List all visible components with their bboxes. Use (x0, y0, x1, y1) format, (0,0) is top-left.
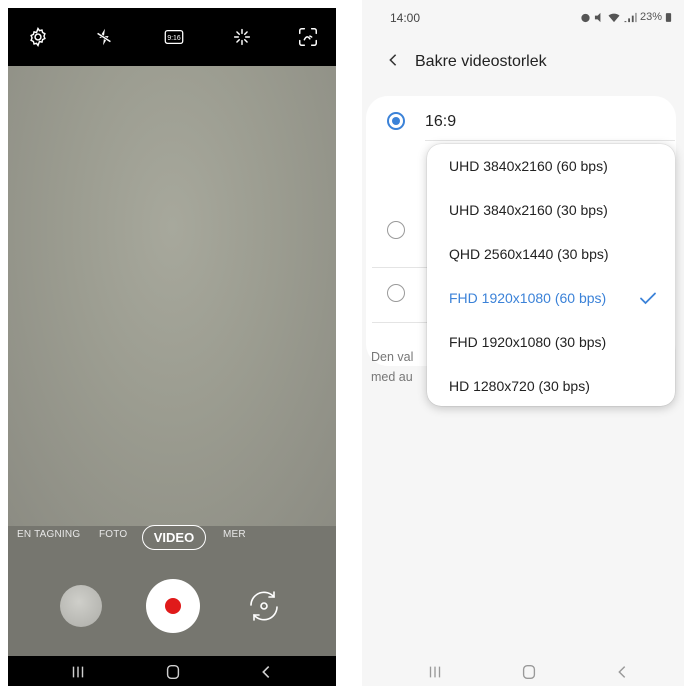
radio-option-3[interactable] (387, 284, 405, 302)
camera-nav-bar (8, 656, 336, 686)
recent-apps-icon[interactable] (63, 662, 93, 682)
record-button[interactable] (146, 579, 200, 633)
ratio-16-9-label: 16:9 (425, 113, 457, 130)
camera-mode-bar: EN TAGNING FOTO VIDEO MER (8, 523, 336, 551)
option-divider (425, 140, 675, 141)
camera-top-bar: 9:16 (8, 8, 336, 66)
alarm-icon (581, 13, 590, 22)
flash-off-icon[interactable] (88, 22, 120, 52)
home-icon[interactable] (158, 662, 188, 682)
recent-apps-icon[interactable] (420, 662, 450, 682)
gallery-thumbnail[interactable] (60, 585, 102, 627)
effects-icon[interactable] (226, 22, 258, 52)
video-size-settings-screen: 14:00 23% Bakre videostorlek 16:9 Den va… (362, 0, 684, 686)
mute-icon (594, 12, 601, 22)
back-arrow-icon[interactable] (382, 48, 404, 72)
page-title: Bakre videostorlek (415, 53, 547, 70)
scene-optimizer-icon[interactable] (292, 22, 324, 52)
home-icon[interactable] (514, 662, 544, 682)
resolution-option-uhd-60[interactable]: UHD 3840x2160 (60 bps) (427, 144, 675, 188)
switch-camera-icon[interactable] (243, 585, 285, 627)
settings-nav-bar (362, 656, 684, 686)
radio-option-2[interactable] (387, 221, 405, 239)
mode-more[interactable]: MER (223, 529, 246, 540)
camera-screen: 9:16 EN TAGNING FOTO VIDEO MER (8, 8, 336, 686)
aspect-ratio-text: 9:16 (167, 35, 181, 42)
description-line-2: med au (371, 370, 413, 384)
resolution-dropdown: UHD 3840x2160 (60 bps) UHD 3840x2160 (30… (427, 144, 675, 406)
status-bar: 14:00 23% (362, 0, 684, 30)
description-line-1: Den val (371, 350, 414, 364)
size-description: Den val med au (371, 347, 431, 387)
camera-viewfinder[interactable] (8, 66, 336, 526)
mode-single-take[interactable]: EN TAGNING (17, 529, 80, 540)
resolution-option-qhd-30[interactable]: QHD 2560x1440 (30 bps) (427, 232, 675, 276)
resolution-option-hd-30[interactable]: HD 1280x720 (30 bps) (427, 364, 675, 408)
back-icon[interactable] (607, 662, 637, 682)
settings-gear-icon[interactable] (22, 22, 54, 52)
status-time: 14:00 (390, 11, 421, 25)
radio-16-9[interactable] (387, 112, 405, 130)
mode-video[interactable]: VIDEO (142, 525, 206, 550)
battery-icon (665, 12, 672, 22)
checkmark-icon (640, 292, 656, 305)
record-dot-icon (165, 598, 181, 614)
mode-photo[interactable]: FOTO (99, 529, 127, 540)
resolution-option-fhd-60-label: FHD 1920x1080 (60 bps) (449, 290, 607, 306)
battery-percent: 23% (639, 11, 662, 23)
wifi-icon (608, 13, 620, 22)
resolution-option-uhd-30[interactable]: UHD 3840x2160 (30 bps) (427, 188, 675, 232)
resolution-option-fhd-30[interactable]: FHD 1920x1080 (30 bps) (427, 320, 675, 364)
signal-icon (624, 12, 637, 22)
aspect-ratio-icon[interactable]: 9:16 (158, 22, 190, 52)
back-icon[interactable] (251, 662, 281, 682)
resolution-option-fhd-60[interactable]: FHD 1920x1080 (60 bps) (427, 276, 675, 320)
status-icons: 23% (580, 11, 672, 23)
settings-header: Bakre videostorlek (362, 40, 684, 80)
